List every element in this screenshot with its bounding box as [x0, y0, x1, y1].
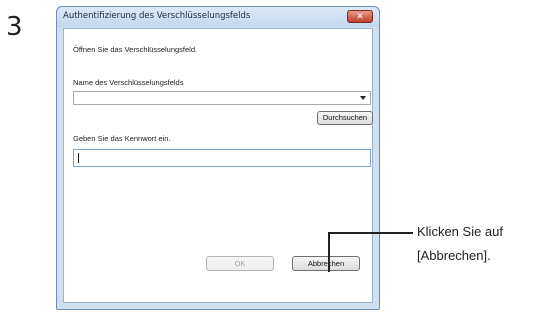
callout-pointer — [328, 232, 413, 272]
annotation-line-2: [Abbrechen]. — [417, 248, 491, 263]
annotation-line-1: Klicken Sie auf — [417, 224, 503, 239]
annotation-text: Klicken Sie auf [Abbrechen]. — [417, 220, 503, 268]
